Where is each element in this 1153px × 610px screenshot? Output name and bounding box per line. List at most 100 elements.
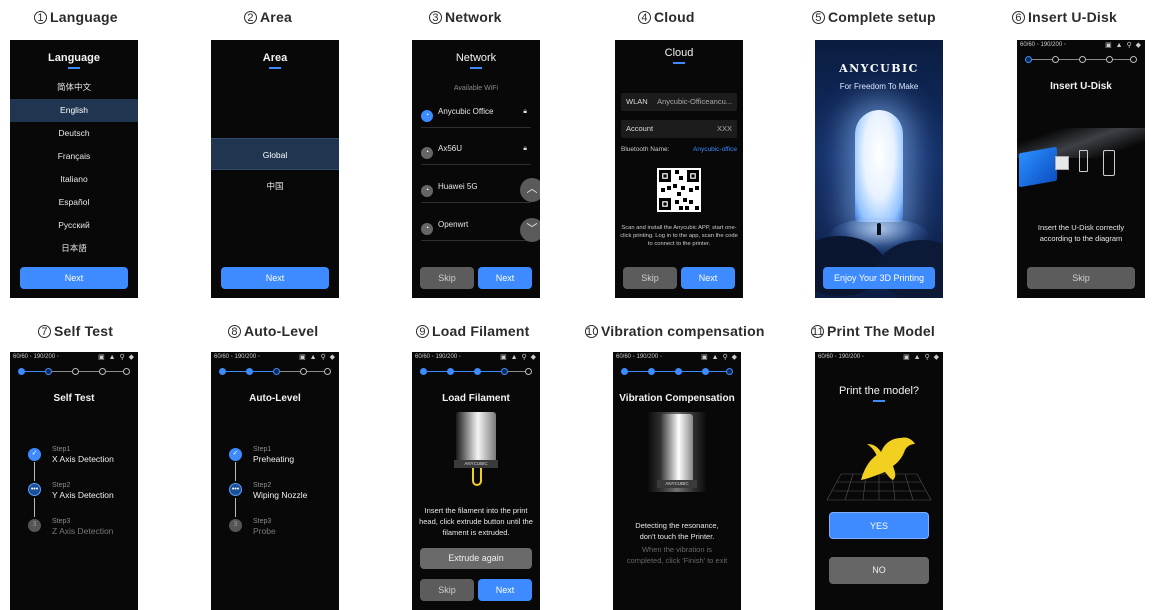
scroll-up-button[interactable]: ︿: [520, 178, 540, 202]
language-option[interactable]: Español: [10, 191, 138, 214]
screen-language: Language 简体中文 English Deutsch Français I…: [10, 40, 138, 298]
next-button[interactable]: Next: [681, 267, 735, 289]
page-title: Cloud: [664, 47, 694, 59]
step-label-load-filament: 9 Load Filament: [416, 323, 530, 339]
wifi-icon: ◔: [421, 110, 433, 122]
progress-track: [219, 368, 331, 376]
language-option[interactable]: Русский: [10, 214, 138, 237]
progress-dot-current: [1025, 56, 1032, 63]
progress-dot-done: [474, 368, 481, 375]
status-left: 60/60 ◦ 190/200 ◦: [616, 354, 662, 360]
vibration-hint: When the vibration is completed, click '…: [626, 545, 728, 565]
status-icons: ▣ ▲ ⚲ ◆: [500, 354, 537, 361]
extrude-again-button[interactable]: Extrude again: [420, 548, 532, 569]
vibration-message: Detecting the resonance, don't touch the…: [635, 521, 719, 541]
screen-auto-level: 60/60 ◦ 190/200 ◦ ▣ ▲ ⚲ ◆ Auto-Level ✓ •…: [211, 352, 339, 610]
step-pending-icon: 3: [28, 519, 41, 532]
progress-dot: [1130, 56, 1137, 63]
status-icons: ▣ ▲ ⚲ ◆: [299, 354, 336, 361]
progress-dot: [1106, 56, 1113, 63]
wifi-row[interactable]: ◔ Openwrt: [421, 217, 531, 241]
next-button[interactable]: Next: [20, 267, 128, 289]
progress-dot-done: [447, 368, 454, 375]
status-icons: ▣ ▲ ⚲ ◆: [1105, 42, 1142, 49]
progress-dot-done: [219, 368, 226, 375]
step-label-print-model: 11 Print The Model: [811, 323, 935, 339]
next-button[interactable]: Next: [221, 267, 329, 289]
udisk-instructions: Insert the U-Disk correctly according to…: [1037, 223, 1125, 243]
title-underline: [673, 62, 685, 64]
next-button[interactable]: Next: [478, 579, 532, 601]
skip-button[interactable]: Skip: [420, 267, 474, 289]
progress-track: [1025, 56, 1137, 64]
area-option[interactable]: 中国: [211, 175, 339, 198]
status-left: 60/60 ◦ 190/200 ◦: [415, 354, 461, 360]
figure-silhouette: [877, 223, 881, 235]
usb-port-icon: [1079, 150, 1088, 172]
area-option-selected[interactable]: Global: [211, 138, 339, 170]
no-button[interactable]: NO: [829, 557, 929, 584]
progress-dot-done: [702, 368, 709, 375]
skip-button[interactable]: Skip: [1027, 267, 1135, 289]
wifi-name: Huawei 5G: [438, 182, 478, 191]
progress-dot: [324, 368, 331, 375]
enjoy-printing-button[interactable]: Enjoy Your 3D Printing: [823, 267, 935, 289]
progress-track: [621, 368, 733, 376]
status-left: 60/60 ◦ 190/200 ◦: [13, 354, 59, 360]
progress-dot-done: [648, 368, 655, 375]
screen-vibration-compensation: 60/60 ◦ 190/200 ◦ ▣ ▲ ⚲ ◆ Vibration Comp…: [613, 352, 741, 610]
language-option[interactable]: Français: [10, 145, 138, 168]
wifi-row[interactable]: ◔ Ax56U 🔒︎: [421, 141, 531, 165]
status-bar: 60/60 ◦ 190/200 ◦ ▣ ▲ ⚲ ◆: [10, 352, 138, 363]
page-title: Load Filament: [442, 393, 510, 404]
skip-button[interactable]: Skip: [623, 267, 677, 289]
page-title: Insert U-Disk: [1050, 81, 1112, 92]
language-option-selected[interactable]: English: [10, 99, 138, 122]
qr-code: [657, 168, 701, 212]
language-option[interactable]: 简体中文: [10, 76, 138, 99]
progress-dot-done: [675, 368, 682, 375]
step-label-complete-setup: 5 Complete setup: [812, 9, 936, 25]
progress-dot-current: [273, 368, 280, 375]
status-icons: ▣ ▲ ⚲ ◆: [701, 354, 738, 361]
language-option[interactable]: 日本語: [10, 237, 138, 260]
language-option[interactable]: Italiano: [10, 168, 138, 191]
progress-track: [420, 368, 532, 376]
bluetooth-row: Bluetooth Name: Anycubic-office: [621, 146, 737, 153]
model-preview: [826, 437, 932, 501]
next-button[interactable]: Next: [478, 267, 532, 289]
status-icons: ▣ ▲ ⚲ ◆: [903, 354, 940, 361]
wifi-icon: ◔: [421, 185, 433, 197]
status-left: 60/60 ◦ 190/200 ◦: [214, 354, 260, 360]
scroll-down-button[interactable]: ﹀: [520, 218, 540, 242]
status-bar: 60/60 ◦ 190/200 ◦ ▣ ▲ ⚲ ◆: [211, 352, 339, 363]
progress-dot: [123, 368, 130, 375]
step-label-language: 1 Language: [34, 9, 118, 25]
yes-button[interactable]: YES: [829, 512, 929, 539]
account-value: XXX: [716, 124, 732, 133]
wlan-value: Anycubic-Officeancu...: [657, 97, 732, 106]
skip-button[interactable]: Skip: [420, 579, 474, 601]
progress-dot-done: [246, 368, 253, 375]
step-progress-icon: •••: [28, 483, 41, 496]
account-row[interactable]: Account XXX: [621, 120, 737, 138]
language-option[interactable]: Deutsch: [10, 122, 138, 145]
cloud-instructions: Scan and install the Anycubic APP, start…: [620, 225, 738, 247]
wlan-row[interactable]: WLAN Anycubic-Officeancu...: [621, 93, 737, 111]
title-underline: [873, 400, 885, 402]
wifi-row[interactable]: ◔ Anycubic Office 🔒︎: [421, 104, 531, 128]
progress-track: [18, 368, 130, 376]
status-left: 60/60 ◦ 190/200 ◦: [818, 354, 864, 360]
screen-cloud: Cloud WLAN Anycubic-Officeancu... Accoun…: [615, 40, 743, 298]
step-label-auto-level: 8 Auto-Level: [228, 323, 318, 339]
print-head-image: [456, 412, 496, 462]
step-label-insert-udisk: 6 Insert U-Disk: [1012, 9, 1117, 25]
brand-logo: ANYCUBIC: [839, 62, 919, 75]
progress-dot: [525, 368, 532, 375]
print-head-plate: ANYCUBIC: [657, 480, 697, 488]
screen-load-filament: 60/60 ◦ 190/200 ◦ ▣ ▲ ⚲ ◆ Load Filament …: [412, 352, 540, 610]
screen-print-model: 60/60 ◦ 190/200 ◦ ▣ ▲ ⚲ ◆ Print the mode…: [815, 352, 943, 610]
progress-dot: [300, 368, 307, 375]
wifi-row[interactable]: ◔ Huawei 5G: [421, 179, 531, 203]
brand-tagline: For Freedom To Make: [839, 82, 919, 91]
